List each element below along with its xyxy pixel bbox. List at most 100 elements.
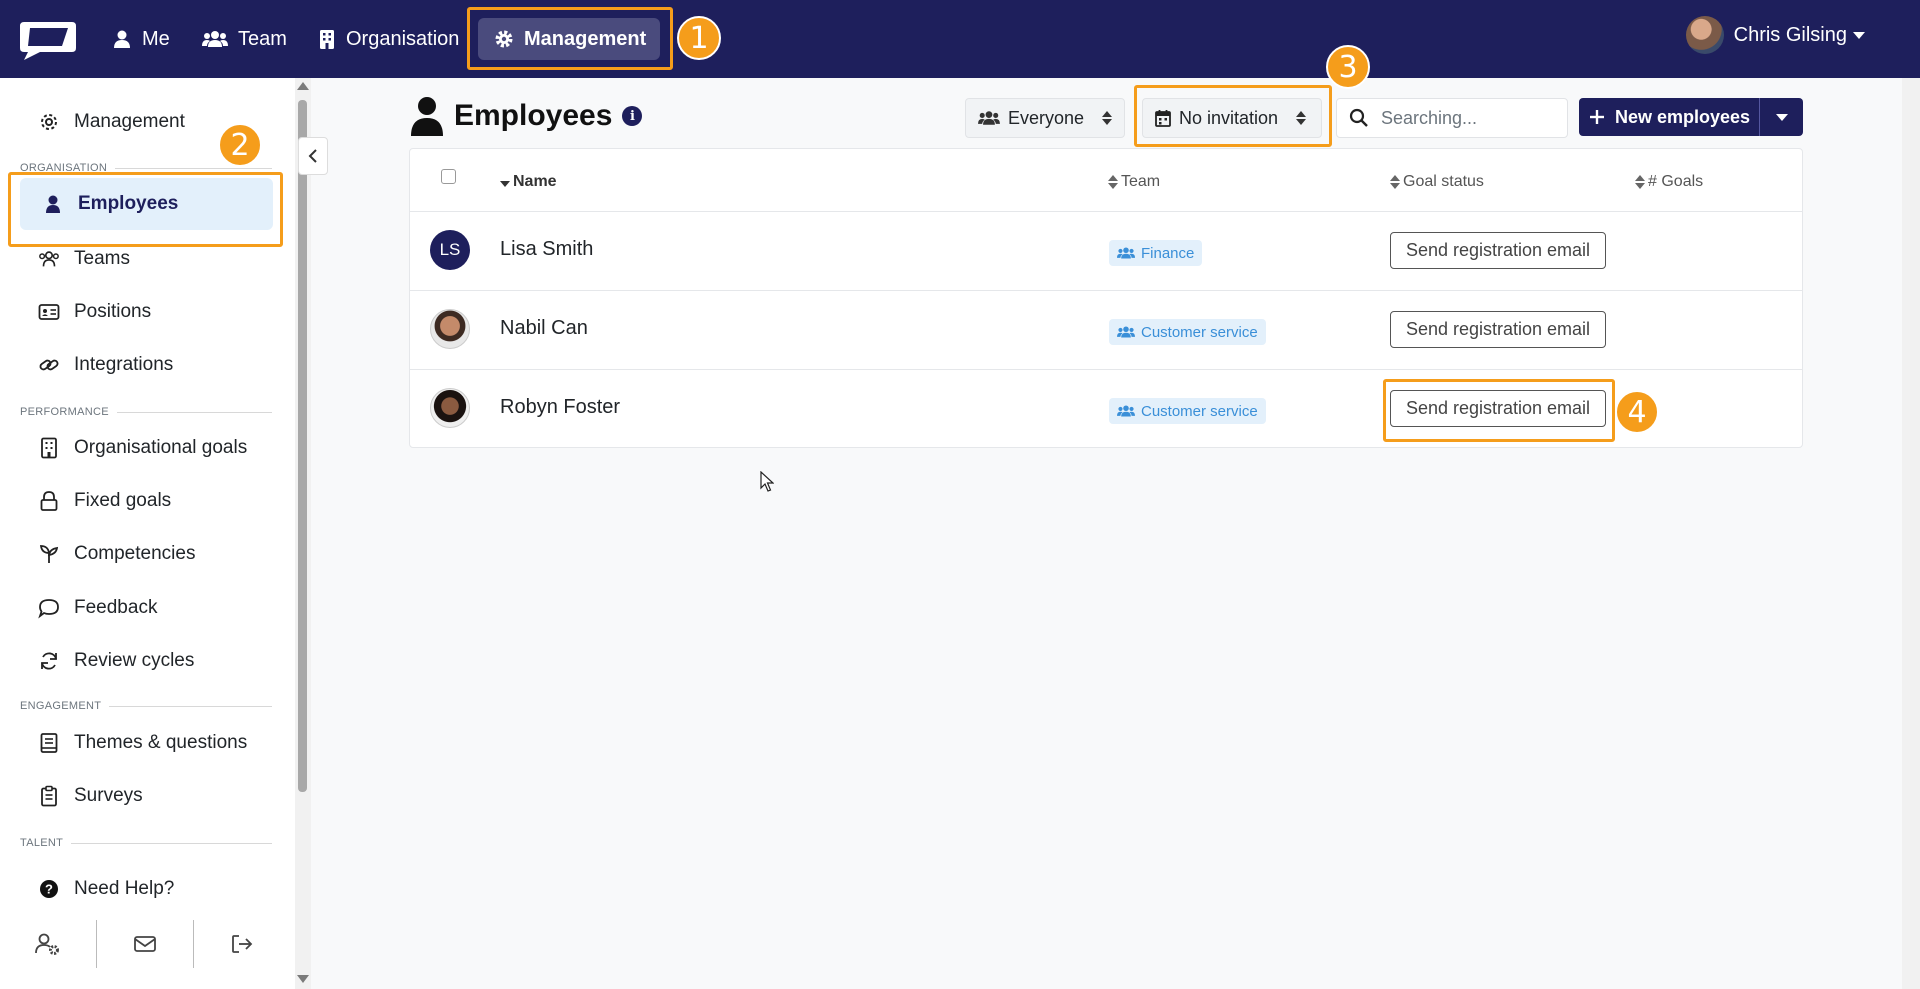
- nav-organisation-label: Organisation: [346, 27, 460, 50]
- sidebar-item-surveys[interactable]: Surveys: [38, 776, 143, 816]
- sidebar-item-label: Organisational goals: [74, 437, 248, 458]
- nav-team[interactable]: Team: [202, 20, 287, 58]
- users-icon: [202, 31, 228, 47]
- info-icon[interactable]: i: [622, 106, 643, 126]
- building-icon: [320, 30, 334, 49]
- sidebar-item-review-cycles[interactable]: Review cycles: [38, 641, 194, 681]
- building-icon: [41, 437, 57, 459]
- users-icon: [1117, 405, 1135, 417]
- logout-icon: [232, 935, 253, 953]
- step-marker-1: 1: [677, 16, 721, 60]
- sidebar-item-label: Surveys: [74, 785, 143, 806]
- send-registration-email-button[interactable]: Send registration email: [1390, 232, 1606, 269]
- table-row[interactable]: Nabil Can Customer service Send registra…: [410, 290, 1802, 369]
- select-all-checkbox[interactable]: [441, 169, 456, 184]
- column-header-goals[interactable]: # Goals: [1635, 173, 1703, 191]
- sidebar-item-fixed-goals[interactable]: Fixed goals: [38, 481, 171, 521]
- scroll-down-arrow-icon[interactable]: [297, 975, 309, 983]
- sidebar-item-label: Feedback: [74, 597, 158, 618]
- top-navbar: Me Team Organisation Management Chris Gi…: [0, 0, 1920, 78]
- sidebar-item-need-help[interactable]: ? Need Help?: [38, 869, 174, 909]
- search-input[interactable]: [1381, 107, 1561, 129]
- sidebar-item-label: Positions: [74, 301, 152, 322]
- plus-icon: [1590, 110, 1604, 124]
- team-badge[interactable]: Finance: [1109, 240, 1203, 266]
- users-icon: [39, 251, 59, 267]
- employee-name[interactable]: Nabil Can: [500, 317, 588, 340]
- page-scrollbar[interactable]: [1902, 78, 1920, 989]
- messages-button[interactable]: [97, 920, 194, 968]
- send-registration-email-button[interactable]: Send registration email: [1390, 311, 1606, 348]
- step-marker-2: 2: [218, 123, 262, 167]
- new-employees-button[interactable]: New employees: [1579, 98, 1759, 136]
- section-performance: PERFORMANCE: [20, 406, 272, 418]
- sort-icon: [1108, 175, 1118, 189]
- search-icon: [1349, 108, 1368, 127]
- sidebar-item-organisational-goals[interactable]: Organisational goals: [38, 428, 247, 468]
- avatar: [430, 388, 470, 428]
- chevron-left-icon: [308, 149, 317, 163]
- sidebar-item-themes-questions[interactable]: Themes & questions: [38, 723, 247, 763]
- new-employees-dropdown-button[interactable]: [1759, 98, 1803, 136]
- comment-icon: [38, 599, 59, 619]
- gear-icon: [41, 114, 57, 130]
- sidebar-item-label: Themes & questions: [74, 732, 248, 753]
- search-box[interactable]: [1336, 98, 1568, 138]
- team-badge[interactable]: Customer service: [1109, 319, 1266, 345]
- lock-icon: [40, 491, 58, 511]
- user-menu[interactable]: Chris Gilsing: [1685, 16, 1865, 54]
- sidebar-item-competencies[interactable]: Competencies: [38, 534, 195, 574]
- sort-icon: [1635, 175, 1645, 189]
- logout-button[interactable]: [194, 920, 290, 968]
- sidebar-item-feedback[interactable]: Feedback: [38, 588, 157, 628]
- avatar: LS: [430, 230, 470, 270]
- chevron-down-icon: [1853, 31, 1865, 39]
- collapse-sidebar-button[interactable]: [298, 137, 328, 175]
- sidebar-scrollbar-thumb[interactable]: [298, 100, 307, 792]
- avatar: [430, 309, 470, 349]
- question-circle-icon: ?: [40, 880, 58, 898]
- employee-name[interactable]: Lisa Smith: [500, 238, 593, 261]
- users-icon: [1117, 247, 1135, 259]
- sidebar-item-positions[interactable]: Positions: [38, 292, 151, 332]
- section-talent: TALENT: [20, 837, 272, 849]
- nav-me-label: Me: [142, 27, 170, 50]
- sidebar-footer: [0, 920, 290, 968]
- column-header-goal-status[interactable]: Goal status: [1390, 173, 1484, 191]
- nav-me[interactable]: Me: [112, 20, 170, 58]
- user-icon: [114, 30, 130, 48]
- highlight-box-2: [8, 172, 283, 247]
- sidebar-item-integrations[interactable]: Integrations: [38, 345, 173, 385]
- step-marker-4: 4: [1615, 390, 1659, 434]
- team-badge[interactable]: Customer service: [1109, 398, 1266, 424]
- app-logo-icon[interactable]: [18, 18, 78, 60]
- envelope-icon: [134, 936, 156, 952]
- refresh-icon: [41, 652, 57, 670]
- highlight-box-4: [1383, 379, 1615, 442]
- user-avatar: [1685, 16, 1724, 54]
- table-row[interactable]: LS Lisa Smith Finance Send registration …: [410, 211, 1802, 290]
- sidebar-item-label: Need Help?: [74, 878, 175, 899]
- nav-team-label: Team: [238, 27, 287, 50]
- user-settings-button[interactable]: [0, 920, 97, 968]
- svg-text:?: ?: [45, 882, 53, 897]
- sort-desc-icon: [500, 181, 510, 187]
- sidebar-item-label: Review cycles: [74, 650, 195, 671]
- everyone-filter-select[interactable]: Everyone: [965, 98, 1125, 138]
- column-header-team[interactable]: Team: [1108, 173, 1160, 191]
- id-card-icon: [38, 304, 60, 320]
- scroll-up-arrow-icon[interactable]: [297, 82, 309, 90]
- users-icon: [1117, 326, 1135, 338]
- clipboard-icon: [41, 785, 57, 807]
- user-name: Chris Gilsing: [1733, 23, 1847, 46]
- sidebar-item-label: Management: [74, 111, 185, 132]
- sidebar-item-label: Teams: [74, 248, 130, 269]
- highlight-box-1: [467, 7, 673, 70]
- nav-organisation[interactable]: Organisation: [318, 20, 459, 58]
- sidebar-item-management[interactable]: Management: [38, 102, 185, 142]
- page-title: Employees: [454, 99, 613, 132]
- employee-name[interactable]: Robyn Foster: [500, 396, 620, 419]
- column-header-name[interactable]: Name: [500, 173, 557, 191]
- mouse-cursor-icon: [760, 471, 774, 492]
- step-marker-3: 3: [1326, 45, 1370, 89]
